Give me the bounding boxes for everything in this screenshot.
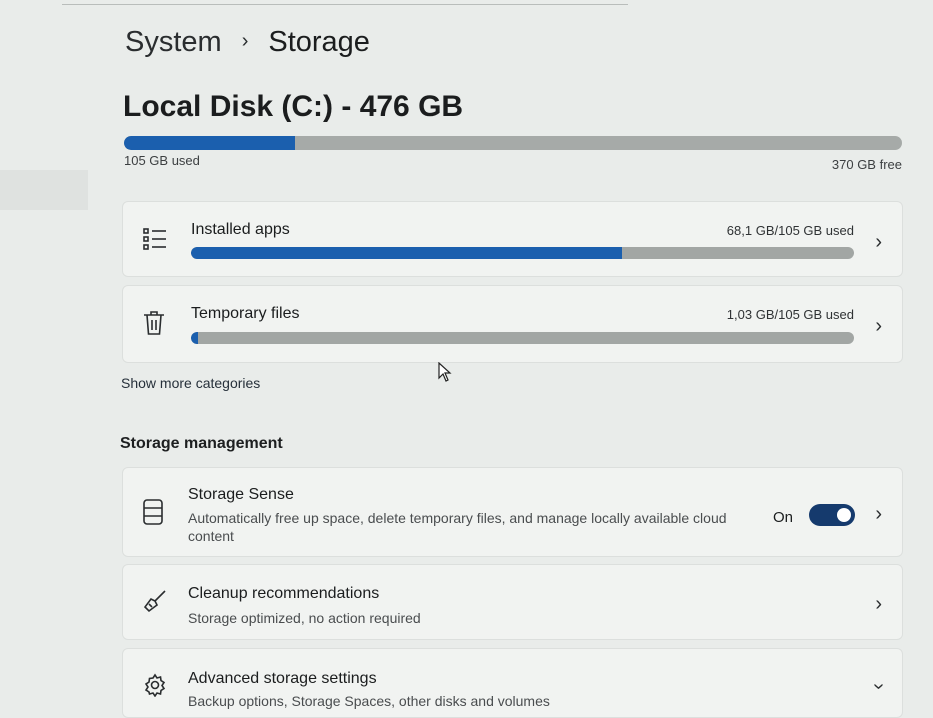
disk-free-label: 370 GB free — [831, 157, 902, 172]
trash-icon — [143, 311, 165, 340]
cleanup-recommendations-card[interactable]: Cleanup recommendations Storage optimize… — [122, 564, 903, 640]
sidebar-fragment — [0, 170, 88, 210]
window-top-edge — [62, 0, 628, 5]
cleanup-description: Storage optimized, no action required — [188, 610, 421, 626]
broom-icon — [143, 589, 167, 618]
disk-used-label: 105 GB used — [124, 153, 200, 168]
category-installed-apps[interactable]: Installed apps 68,1 GB/105 GB used › — [122, 201, 903, 277]
breadcrumb-storage: Storage — [268, 26, 370, 58]
disk-usage-fill — [124, 136, 296, 150]
mouse-cursor-icon — [438, 361, 452, 387]
category-usage-bar — [191, 332, 854, 344]
chevron-down-icon: › — [868, 683, 891, 690]
category-usage-fill — [191, 247, 622, 259]
advanced-storage-settings-card[interactable]: Advanced storage settings Backup options… — [122, 648, 903, 718]
breadcrumb-separator: › — [241, 30, 249, 52]
category-usage: 68,1 GB/105 GB used — [726, 223, 854, 238]
storage-sense-card[interactable]: Storage Sense Automatically free up spac… — [122, 467, 903, 557]
chevron-right-icon: › — [875, 315, 882, 337]
disk-title: Local Disk (C:) - 476 GB — [123, 90, 464, 123]
storage-sense-title: Storage Sense — [188, 486, 294, 503]
storage-sense-description: Automatically free up space, delete temp… — [188, 510, 727, 544]
category-label: Installed apps — [191, 221, 290, 238]
category-usage-fill — [191, 332, 198, 344]
category-temporary-files[interactable]: Temporary files 1,03 GB/105 GB used › — [122, 285, 903, 363]
category-usage-bar — [191, 247, 854, 259]
toggle-knob — [837, 508, 851, 522]
toggle-state-label: On — [773, 509, 794, 526]
cleanup-title: Cleanup recommendations — [188, 585, 380, 602]
advanced-settings-title: Advanced storage settings — [188, 670, 377, 687]
storage-sense-icon — [143, 499, 163, 530]
category-usage: 1,03 GB/105 GB used — [726, 307, 854, 322]
list-icon — [143, 228, 167, 255]
show-more-categories-link[interactable]: Show more categories — [121, 375, 260, 391]
chevron-right-icon: › — [875, 593, 882, 615]
breadcrumb-system[interactable]: System — [125, 26, 222, 59]
chevron-right-icon: › — [875, 231, 882, 253]
storage-management-heading: Storage management — [120, 435, 283, 452]
storage-sense-toggle[interactable] — [809, 504, 855, 526]
category-label: Temporary files — [191, 305, 300, 322]
breadcrumb: System › Storage — [125, 26, 370, 59]
gear-icon — [143, 673, 167, 702]
disk-usage-bar — [124, 136, 902, 150]
advanced-settings-description: Backup options, Storage Spaces, other di… — [188, 693, 550, 709]
chevron-right-icon: › — [875, 503, 882, 525]
